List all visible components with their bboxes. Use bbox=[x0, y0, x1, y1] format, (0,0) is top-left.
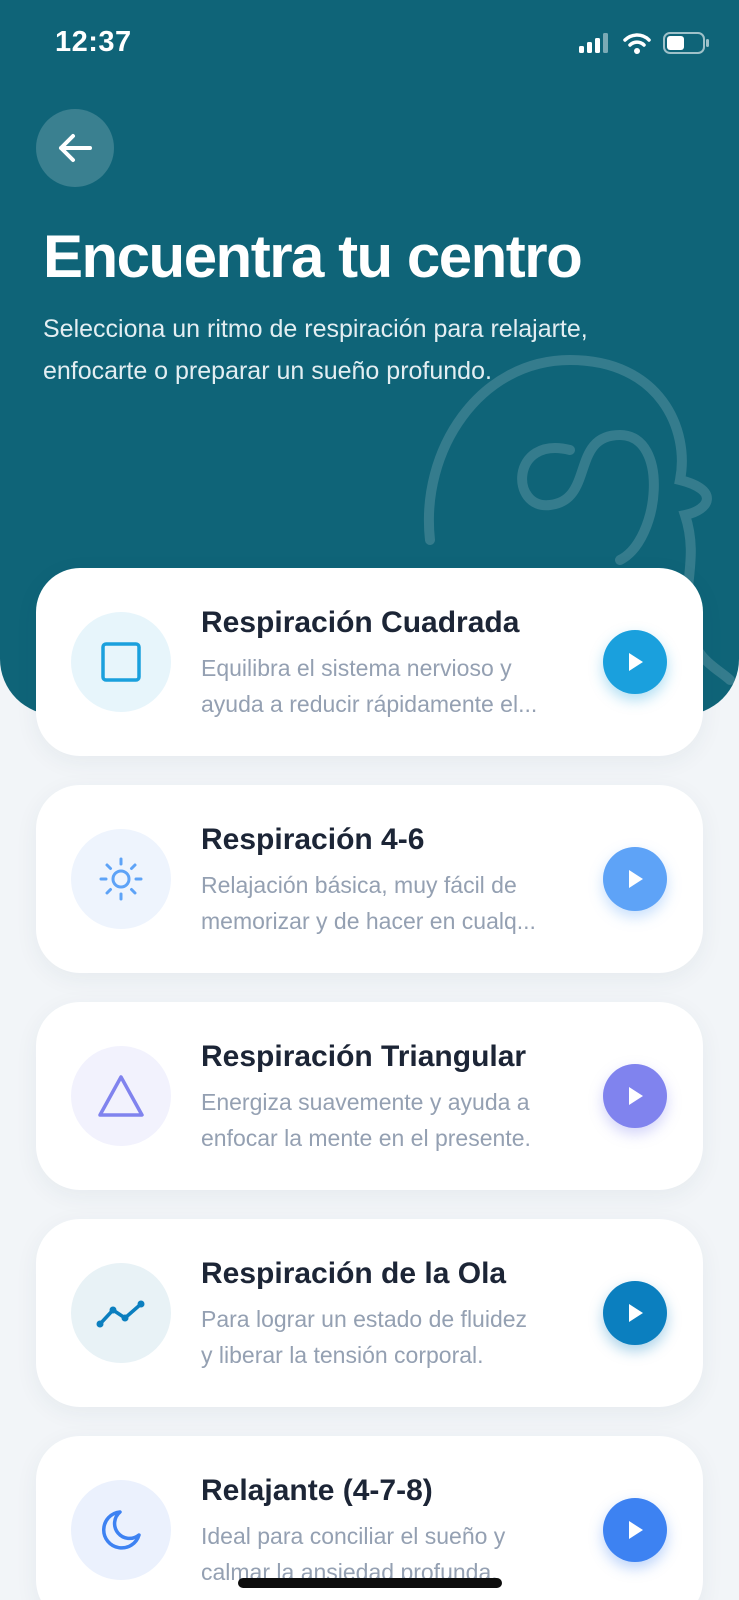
moon-icon bbox=[101, 1510, 141, 1550]
technique-card-triangle[interactable]: Respiración Triangular Energiza suavemen… bbox=[36, 1002, 703, 1190]
play-button[interactable] bbox=[603, 1064, 667, 1128]
card-title: Respiración Triangular bbox=[201, 1040, 527, 1073]
card-icon-container bbox=[71, 1263, 171, 1363]
card-icon-container bbox=[71, 612, 171, 712]
home-indicator[interactable] bbox=[238, 1578, 502, 1588]
technique-card-wave[interactable]: Respiración de la Ola Para lograr un est… bbox=[36, 1219, 703, 1407]
technique-card-4-6[interactable]: Respiración 4-6 Relajación básica, muy f… bbox=[36, 785, 703, 973]
card-title: Respiración Cuadrada bbox=[201, 606, 520, 639]
card-description: Energiza suavemente y ayuda a enfocar la… bbox=[201, 1089, 531, 1151]
wifi-icon bbox=[623, 32, 651, 54]
status-bar: 12:37 bbox=[0, 0, 739, 90]
cellular-signal-icon bbox=[579, 33, 608, 53]
wave-chart-icon bbox=[96, 1300, 145, 1328]
card-description: Equilibra el sistema nervioso y ayuda a … bbox=[201, 655, 538, 717]
card-icon-container bbox=[71, 1046, 171, 1146]
card-description: Para lograr un estado de fluidez y liber… bbox=[201, 1306, 528, 1368]
technique-card-square[interactable]: Respiración Cuadrada Equilibra el sistem… bbox=[36, 568, 703, 756]
card-icon-container bbox=[71, 829, 171, 929]
play-button[interactable] bbox=[603, 1498, 667, 1562]
play-icon bbox=[629, 1304, 643, 1322]
arrow-left-icon bbox=[59, 134, 92, 162]
page-subtitle: Selecciona un ritmo de respiración para … bbox=[43, 315, 588, 385]
status-time: 12:37 bbox=[55, 26, 132, 58]
play-button[interactable] bbox=[603, 847, 667, 911]
card-icon-container bbox=[71, 1480, 171, 1580]
play-button[interactable] bbox=[603, 1281, 667, 1345]
square-icon bbox=[101, 642, 141, 682]
card-title: Respiración de la Ola bbox=[201, 1257, 507, 1290]
play-icon bbox=[629, 1521, 643, 1539]
play-icon bbox=[629, 870, 643, 888]
card-title: Respiración 4-6 bbox=[201, 823, 425, 856]
technique-card-relax-478[interactable]: Relajante (4-7-8) Ideal para conciliar e… bbox=[36, 1436, 703, 1600]
card-description: Relajación básica, muy fácil de memoriza… bbox=[201, 872, 536, 934]
card-title: Relajante (4-7-8) bbox=[201, 1474, 433, 1507]
play-icon bbox=[629, 1087, 643, 1105]
play-icon bbox=[629, 653, 643, 671]
sun-icon bbox=[99, 857, 143, 901]
page-title: Encuentra tu centro bbox=[43, 223, 583, 290]
battery-icon bbox=[663, 32, 709, 54]
triangle-icon bbox=[98, 1075, 144, 1117]
back-button[interactable] bbox=[36, 109, 114, 187]
play-button[interactable] bbox=[603, 630, 667, 694]
